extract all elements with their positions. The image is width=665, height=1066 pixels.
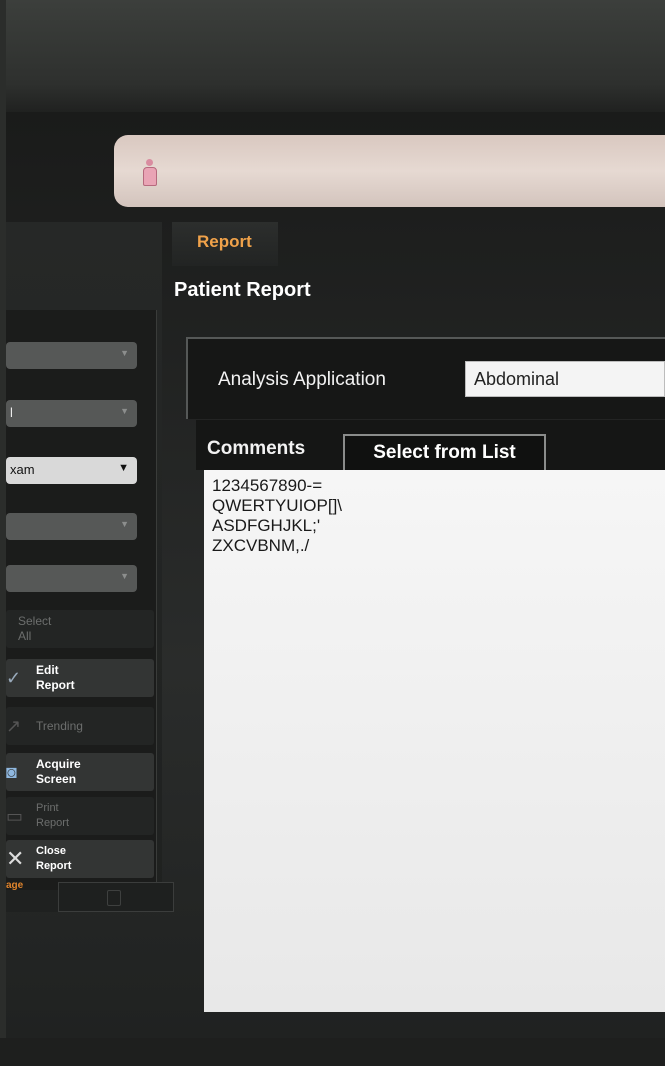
dropdown-exam-value: xam [10, 462, 35, 477]
comment-line: ZXCVBNM,./ [212, 536, 310, 555]
background-wall [0, 0, 665, 120]
monitor-bezel-bottom [0, 1038, 665, 1066]
trending-button[interactable]: ↗ Trending [6, 707, 154, 745]
select-all-label: Select All [18, 614, 52, 643]
analysis-application-label: Analysis Application [218, 369, 386, 390]
print-report-label: Print Report [36, 802, 70, 829]
close-report-label: Close Report [36, 845, 72, 872]
acquire-screen-label: Acquire Screen [36, 757, 81, 786]
chevron-down-icon: ▼ [120, 406, 129, 416]
chevron-down-icon: ▼ [120, 519, 129, 529]
chevron-down-icon: ▼ [120, 571, 129, 581]
image-link[interactable]: age [6, 880, 23, 891]
trending-icon: ↗ [6, 716, 22, 736]
acquire-screen-button[interactable]: ◙ Acquire Screen [6, 753, 154, 791]
dropdown-1[interactable]: ▼ [6, 342, 137, 369]
close-report-button[interactable]: ✕ Close Report [6, 840, 154, 878]
comments-label: Comments [207, 438, 306, 459]
patient-info-bar [114, 135, 665, 207]
dropdown-2[interactable]: l ▼ [6, 400, 137, 427]
printer-icon: ▭ [6, 806, 24, 826]
edit-report-label: Edit Report [36, 663, 75, 692]
analysis-application-field[interactable]: Abdominal [465, 361, 665, 397]
dropdown-exam[interactable]: xam ▼ [6, 457, 137, 484]
page-title: Patient Report [174, 279, 311, 301]
bottom-slot[interactable] [58, 882, 174, 912]
patient-female-icon[interactable] [142, 159, 157, 186]
dropdown-2-value: l [10, 405, 13, 420]
dropdown-5[interactable]: ▼ [6, 565, 137, 592]
chevron-down-icon: ▼ [120, 348, 129, 358]
page-icon [107, 890, 121, 906]
dropdown-4[interactable]: ▼ [6, 513, 137, 540]
select-from-list-button[interactable]: Select from List [343, 434, 546, 471]
print-report-button[interactable]: ▭ Print Report [6, 797, 154, 835]
comment-line: 1234567890-= [212, 476, 323, 495]
comment-line: ASDFGHJKL;' [212, 516, 321, 535]
select-all-button[interactable]: Select All [6, 610, 154, 648]
comment-line: QWERTYUIOP[]\ [212, 496, 343, 515]
edit-report-button[interactable]: ✓ Edit Report [6, 659, 154, 697]
chevron-down-icon: ▼ [118, 462, 129, 474]
close-icon: ✕ [6, 846, 25, 871]
tab-report[interactable]: Report [172, 222, 278, 266]
comments-textarea[interactable]: 1234567890-= QWERTYUIOP[]\ ASDFGHJKL;' ZXCV… [204, 470, 665, 1012]
trending-label: Trending [36, 719, 83, 733]
edit-icon: ✓ [6, 668, 22, 688]
camera-icon: ◙ [6, 762, 17, 782]
